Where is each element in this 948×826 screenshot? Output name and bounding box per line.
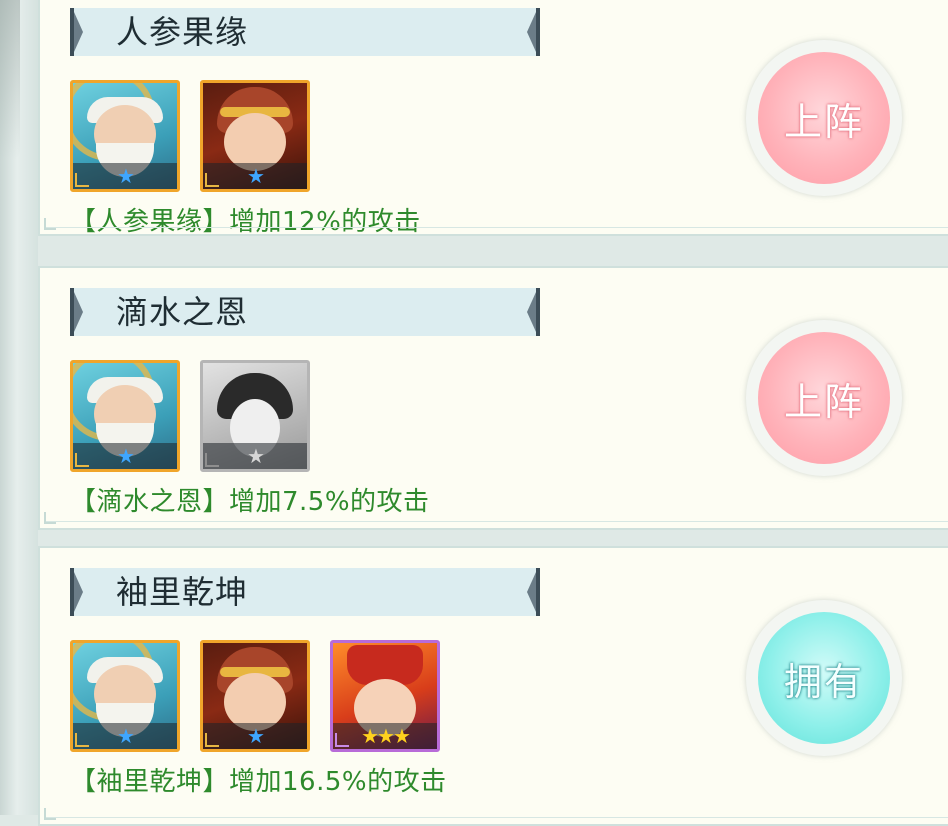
title-bracket-right-icon — [526, 568, 540, 616]
title-bracket-left-icon — [70, 8, 84, 56]
star-rating: ★ — [117, 444, 135, 468]
card-title: 滴水之恩 — [116, 293, 249, 331]
deploy-button-ring: 上阵 — [746, 320, 902, 476]
lady-hero-portrait-locked[interactable]: ★ — [200, 360, 310, 472]
red-warrior-hero-portrait[interactable]: ★★★ — [330, 640, 440, 752]
card-corner-ornament — [44, 808, 56, 820]
fate-bonus-description: 【袖里乾坤】增加16.5%的攻击 — [70, 767, 447, 797]
card-title: 人参果缘 — [116, 13, 249, 51]
title-bracket-left-icon — [70, 288, 84, 336]
star-rating: ★ — [117, 164, 135, 188]
fate-card: 滴水之恩 ★ ★ 【滴水之恩】增加7.5%的攻击 上阵 — [38, 266, 948, 530]
elder-hero-portrait[interactable]: ★ — [70, 360, 180, 472]
elder-hero-portrait[interactable]: ★ — [70, 640, 180, 752]
star-rating: ★ — [247, 724, 265, 748]
fate-bonus-description: 【人参果缘】增加12%的攻击 — [70, 207, 421, 237]
deploy-button[interactable]: 上阵 — [758, 52, 890, 184]
elder-hero-portrait[interactable]: ★ — [70, 80, 180, 192]
deploy-button-ring: 上阵 — [746, 40, 902, 196]
star-rating: ★★★ — [361, 724, 411, 748]
star-rating: ★ — [117, 724, 135, 748]
card-title-bar: 人参果缘 — [70, 8, 540, 56]
monkey-king-hero-portrait[interactable]: ★ — [200, 80, 310, 192]
card-title-bar: 袖里乾坤 — [70, 568, 540, 616]
card-title-bar: 滴水之恩 — [70, 288, 540, 336]
fate-bonus-description: 【滴水之恩】增加7.5%的攻击 — [70, 487, 430, 517]
fate-card: 袖里乾坤 ★ ★ ★★★ 【袖里乾坤】增加16.5%的攻击 拥有 — [38, 546, 948, 826]
monkey-king-hero-portrait[interactable]: ★ — [200, 640, 310, 752]
card-title: 袖里乾坤 — [116, 573, 249, 611]
card-corner-ornament — [44, 512, 56, 524]
title-bracket-right-icon — [526, 8, 540, 56]
deploy-button[interactable]: 上阵 — [758, 332, 890, 464]
left-panel-edge — [0, 0, 38, 815]
title-bracket-left-icon — [70, 568, 84, 616]
star-rating: ★ — [247, 444, 265, 468]
card-corner-ornament — [44, 218, 56, 230]
owned-button-ring: 拥有 — [746, 600, 902, 756]
fate-card: 人参果缘 ★ ★ 【人参果缘】增加12%的攻击 上阵 — [38, 0, 948, 237]
title-bracket-right-icon — [526, 288, 540, 336]
brush-decoration — [0, 0, 20, 160]
owned-button[interactable]: 拥有 — [758, 612, 890, 744]
star-rating: ★ — [247, 164, 265, 188]
